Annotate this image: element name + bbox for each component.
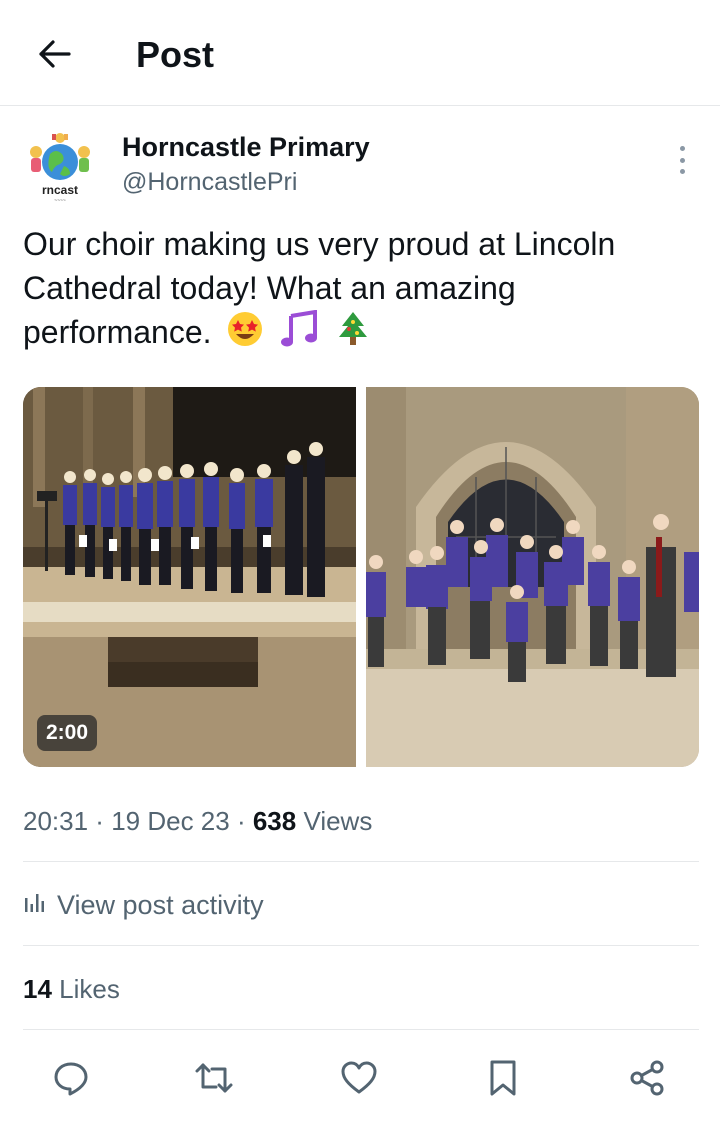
- post-time: 20:31: [23, 806, 89, 836]
- more-options-icon[interactable]: [670, 146, 694, 174]
- media-grid: 2:00: [23, 387, 699, 767]
- likes-summary[interactable]: 14 Likes: [23, 971, 120, 1007]
- chart-icon: [23, 887, 47, 923]
- photo-thumbnail[interactable]: [366, 387, 699, 767]
- author-handle[interactable]: @HorncastlePri: [122, 166, 297, 198]
- bookmark-icon[interactable]: [481, 1056, 525, 1100]
- post-date: 19 Dec 23: [111, 806, 230, 836]
- reply-icon[interactable]: [49, 1056, 93, 1100]
- page-title: Post: [136, 34, 215, 75]
- video-thumbnail[interactable]: 2:00: [23, 387, 356, 767]
- top-bar: Post: [0, 0, 720, 106]
- avatar-logo-text: rncast: [42, 183, 78, 197]
- views-label: Views: [296, 806, 373, 836]
- likes-count: 14: [23, 974, 52, 1004]
- like-icon[interactable]: [337, 1056, 381, 1100]
- back-arrow-icon[interactable]: [34, 34, 74, 74]
- view-post-activity-link[interactable]: View post activity: [23, 887, 264, 923]
- action-bar: [0, 1048, 720, 1104]
- star-struck-emoji-icon: [226, 310, 264, 359]
- views-count: 638: [252, 806, 297, 836]
- likes-label: Likes: [51, 974, 120, 1004]
- christmas-tree-emoji-icon: [334, 310, 372, 359]
- share-icon[interactable]: [625, 1056, 669, 1100]
- post-meta: 20:31 · 19 Dec 23 · 638 Views: [23, 806, 373, 836]
- musical-notes-emoji-icon: [279, 309, 319, 359]
- view-post-activity-label: View post activity: [57, 890, 264, 920]
- divider: [23, 945, 699, 946]
- post-text: Our choir making us very proud at Lincol…: [23, 222, 699, 359]
- divider: [23, 861, 699, 862]
- author-name[interactable]: Horncastle Primary: [122, 130, 370, 164]
- repost-icon[interactable]: [192, 1056, 236, 1100]
- svg-text:~~~~: ~~~~: [54, 198, 66, 204]
- post-body: Our choir making us very proud at Lincol…: [23, 226, 616, 350]
- divider: [23, 1029, 699, 1030]
- author-avatar[interactable]: rncast ~~~~: [22, 128, 98, 204]
- video-duration-badge: 2:00: [37, 715, 98, 751]
